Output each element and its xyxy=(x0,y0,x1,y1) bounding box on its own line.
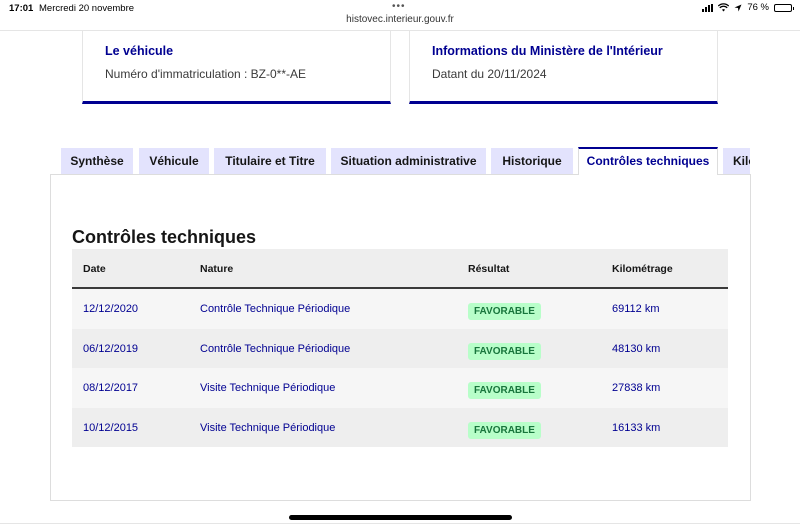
row-date: 08/12/2017 xyxy=(83,382,139,394)
tab-historique[interactable]: Historique xyxy=(491,148,573,175)
bottom-divider xyxy=(0,523,800,524)
result-badge: FAVORABLE xyxy=(468,303,541,320)
ministry-card: Informations du Ministère de l'Intérieur… xyxy=(409,31,718,104)
row-mileage: 16133 km xyxy=(612,421,661,434)
tab-synthese[interactable]: Synthèse xyxy=(61,148,133,175)
row-nature: Visite Technique Périodique xyxy=(200,421,336,434)
panel-border xyxy=(718,174,751,175)
vehicle-card-title: Le véhicule xyxy=(105,44,174,58)
location-icon xyxy=(734,4,742,11)
status-time: 17:01 xyxy=(9,3,34,14)
url-bar[interactable]: histovec.interieur.gouv.fr xyxy=(0,14,800,25)
home-indicator[interactable] xyxy=(289,515,512,520)
column-header-nature: Nature xyxy=(200,263,234,275)
panel-border xyxy=(50,174,578,175)
vehicle-card: Le véhicule Numéro d'immatriculation : B… xyxy=(82,31,391,104)
table-row: 06/12/2019 Contrôle Technique Périodique… xyxy=(72,328,728,368)
row-mileage: 48130 km xyxy=(612,342,661,355)
section-title: Contrôles techniques xyxy=(72,227,257,247)
column-header-date: Date xyxy=(83,263,106,275)
tab-controles-techniques[interactable]: Contrôles techniques xyxy=(578,147,718,175)
status-icons: 76 % xyxy=(702,2,794,13)
result-badge: FAVORABLE xyxy=(468,421,541,439)
column-header-result: Résultat xyxy=(468,263,510,275)
row-nature: Contrôle Technique Périodique xyxy=(200,303,351,315)
tab-situation-administrative[interactable]: Situation administrative xyxy=(331,148,486,175)
column-header-mileage: Kilométrage xyxy=(612,263,673,275)
signal-icon xyxy=(702,3,714,12)
battery-icon xyxy=(774,3,794,12)
wifi-icon xyxy=(718,3,730,12)
status-date: Mercredi 20 novembre xyxy=(39,3,135,14)
table-row: 08/12/2017 Visite Technique Périodique F… xyxy=(72,368,728,408)
data-date: Datant du 20/11/2024 xyxy=(432,67,547,81)
row-date: 10/12/2015 xyxy=(83,421,139,434)
row-date: 12/12/2020 xyxy=(83,303,139,315)
tab-titulaire-et-titre[interactable]: Titulaire et Titre xyxy=(214,148,326,175)
registration-number: Numéro d'immatriculation : BZ-0**-AE xyxy=(105,67,307,81)
result-badge: FAVORABLE xyxy=(468,342,541,360)
row-nature: Visite Technique Périodique xyxy=(200,382,336,394)
row-nature: Contrôle Technique Périodique xyxy=(200,342,351,355)
tab-bar: Synthèse Véhicule Titulaire et Titre Sit… xyxy=(61,147,750,175)
battery-percentage: 76 % xyxy=(747,2,769,13)
row-mileage: 27838 km xyxy=(612,382,661,394)
result-badge: FAVORABLE xyxy=(468,382,541,399)
table-header: Date Nature Résultat Kilométrage xyxy=(72,249,728,289)
table-row: 12/12/2020 Contrôle Technique Périodique… xyxy=(72,289,728,329)
multitasking-dots[interactable]: ••• xyxy=(392,1,406,12)
technical-controls-table: Date Nature Résultat Kilométrage 12/12/2… xyxy=(72,249,728,447)
tab-kilometrage[interactable]: Kilométrage xyxy=(723,148,750,175)
table-row: 10/12/2015 Visite Technique Périodique F… xyxy=(72,407,728,447)
row-date: 06/12/2019 xyxy=(83,342,139,355)
tab-vehicule[interactable]: Véhicule xyxy=(139,148,209,175)
ministry-card-title: Informations du Ministère de l'Intérieur xyxy=(432,44,663,58)
row-mileage: 69112 km xyxy=(612,303,660,315)
